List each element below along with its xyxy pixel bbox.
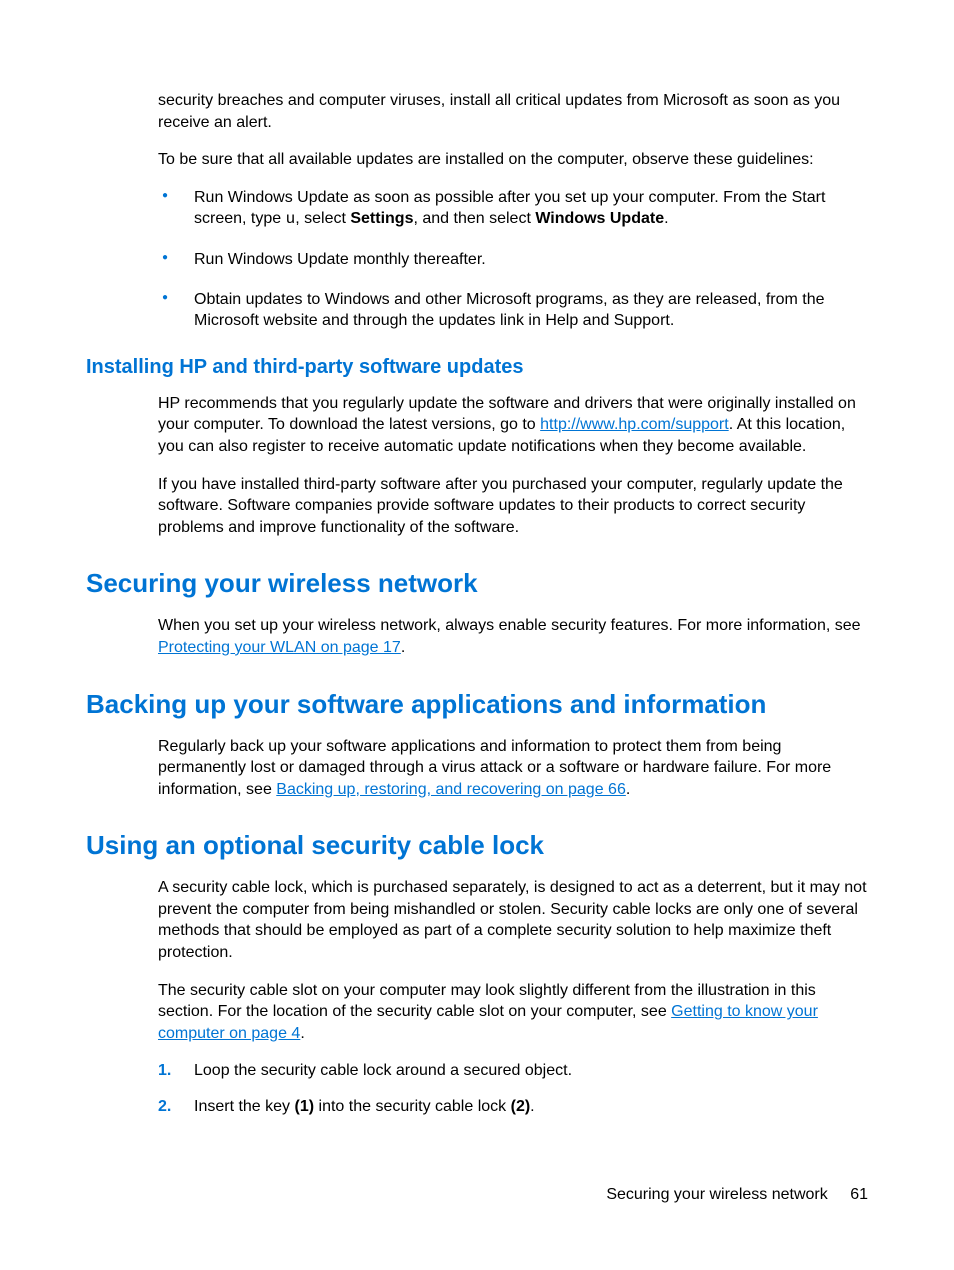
text: When you set up your wireless network, a… [158, 617, 861, 634]
heading-installing-updates: Installing HP and third-party software u… [86, 356, 868, 379]
heading-security-cable-lock: Using an optional security cable lock [86, 830, 868, 861]
text: , select [295, 210, 350, 227]
list-item: Obtain updates to Windows and other Micr… [158, 289, 868, 332]
paragraph: If you have installed third-party softwa… [158, 474, 868, 539]
list-item: Run Windows Update monthly thereafter. [158, 249, 868, 271]
paragraph: Regularly back up your software applicat… [158, 736, 868, 801]
text: . [401, 639, 405, 656]
text: into the security cable lock [314, 1098, 511, 1115]
heading-backing-up: Backing up your software applications an… [86, 689, 868, 720]
text: . [664, 210, 668, 227]
paragraph: A security cable lock, which is purchase… [158, 877, 868, 963]
text-bold: (2) [511, 1098, 531, 1115]
text-bold: Windows Update [535, 210, 664, 227]
paragraph: When you set up your wireless network, a… [158, 615, 868, 658]
bullet-list: Run Windows Update as soon as possible a… [158, 187, 868, 332]
page-number: 61 [850, 1186, 868, 1203]
text-bold: (1) [295, 1098, 315, 1115]
text: , and then select [413, 210, 535, 227]
text-mono: u [286, 210, 296, 228]
paragraph: To be sure that all available updates ar… [158, 149, 868, 171]
numbered-list: Loop the security cable lock around a se… [158, 1060, 868, 1117]
text-bold: Settings [350, 210, 413, 227]
document-page: security breaches and computer viruses, … [0, 0, 954, 1270]
text: . [530, 1098, 534, 1115]
list-item: Run Windows Update as soon as possible a… [158, 187, 868, 231]
paragraph: The security cable slot on your computer… [158, 980, 868, 1045]
text: Insert the key [194, 1098, 295, 1115]
footer-section-label: Securing your wireless network [606, 1186, 827, 1203]
heading-securing-wireless: Securing your wireless network [86, 568, 868, 599]
text: . [626, 781, 630, 798]
link-hp-support[interactable]: http://www.hp.com/support [540, 416, 729, 433]
text: . [300, 1025, 304, 1042]
list-item: Insert the key (1) into the security cab… [158, 1096, 868, 1118]
paragraph: HP recommends that you regularly update … [158, 393, 868, 458]
link-protecting-wlan[interactable]: Protecting your WLAN on page 17 [158, 639, 401, 656]
paragraph: security breaches and computer viruses, … [158, 90, 868, 133]
link-backing-up[interactable]: Backing up, restoring, and recovering on… [276, 781, 626, 798]
list-item: Loop the security cable lock around a se… [158, 1060, 868, 1082]
page-footer: Securing your wireless network 61 [606, 1186, 868, 1204]
